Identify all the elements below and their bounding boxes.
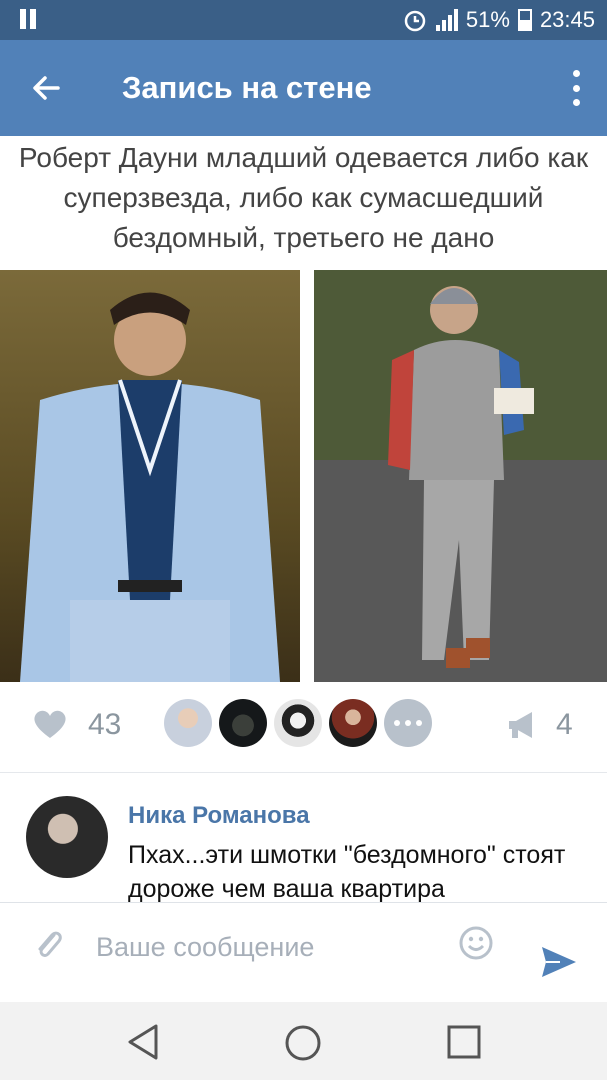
ellipsis-icon[interactable] bbox=[384, 699, 432, 747]
reposts-count[interactable]: 4 bbox=[556, 708, 573, 742]
liker-avatar[interactable] bbox=[274, 699, 322, 747]
likes-count[interactable]: 43 bbox=[88, 708, 121, 742]
comment-text: Пхах...эти шмотки "бездомного" стоят дор… bbox=[128, 841, 566, 903]
status-indicators: 51% 23:45 bbox=[402, 0, 595, 40]
liker-avatars[interactable] bbox=[164, 699, 432, 747]
post-image-casual[interactable] bbox=[314, 270, 607, 682]
back-triangle-icon[interactable] bbox=[124, 1022, 162, 1062]
heart-icon[interactable] bbox=[32, 708, 68, 740]
battery-icon bbox=[517, 9, 532, 31]
message-composer bbox=[0, 902, 607, 1000]
home-circle-icon[interactable] bbox=[284, 1024, 322, 1062]
recent-square-icon[interactable] bbox=[446, 1024, 482, 1060]
liker-avatar[interactable] bbox=[329, 699, 377, 747]
avatar[interactable] bbox=[26, 796, 108, 878]
post-caption: Роберт Дауни младший одевается либо как … bbox=[18, 142, 589, 253]
divider bbox=[0, 772, 607, 773]
pause-icon bbox=[20, 9, 36, 29]
more-vertical-icon[interactable] bbox=[571, 70, 581, 106]
post-image-suit[interactable] bbox=[0, 270, 300, 682]
paperclip-icon[interactable] bbox=[32, 925, 64, 965]
megaphone-icon[interactable] bbox=[506, 710, 538, 740]
page-title: Запись на стене bbox=[122, 70, 372, 105]
emoji-icon[interactable] bbox=[458, 925, 494, 961]
send-icon[interactable] bbox=[540, 945, 578, 979]
battery-percent: 51% bbox=[465, 7, 510, 32]
app-bar: Запись на стене bbox=[0, 40, 607, 136]
status-time: 23:45 bbox=[539, 7, 595, 32]
message-input[interactable] bbox=[96, 927, 436, 967]
comment-author[interactable]: Ника Романова bbox=[128, 802, 310, 830]
liker-avatar[interactable] bbox=[164, 699, 212, 747]
back-arrow-icon[interactable] bbox=[24, 68, 68, 108]
signal-icon bbox=[435, 9, 458, 31]
alarm-icon bbox=[404, 10, 426, 32]
system-nav-bar bbox=[0, 1002, 607, 1080]
comment-item: Ника Романова Пхах...эти шмотки "бездомн… bbox=[0, 790, 607, 903]
reactions-bar: 43 4 bbox=[0, 690, 607, 760]
liker-avatar[interactable] bbox=[219, 699, 267, 747]
status-bar: 51% 23:45 bbox=[0, 0, 607, 40]
